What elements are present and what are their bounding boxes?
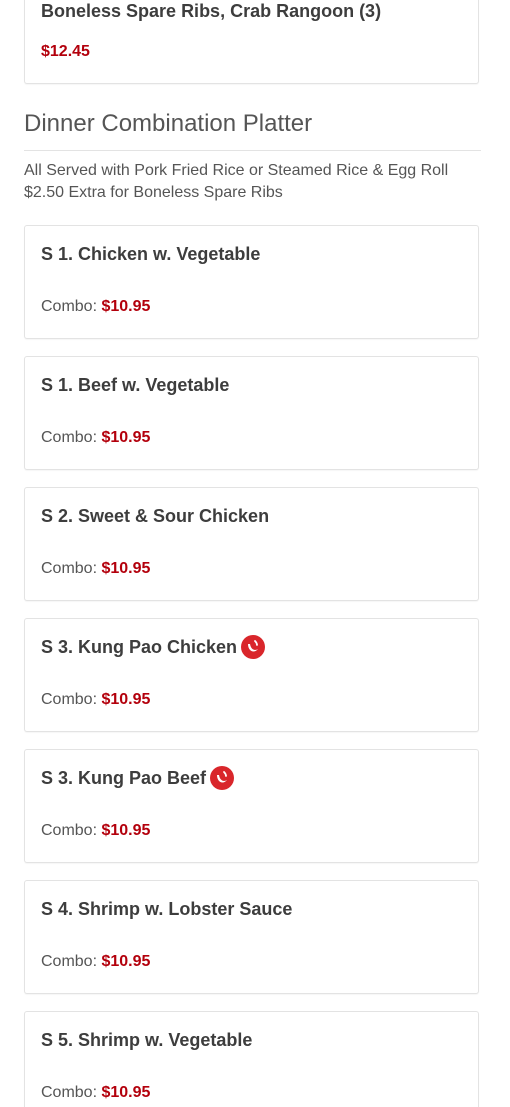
menu-item-name: S 4. Shrimp w. Lobster Sauce bbox=[41, 899, 293, 919]
price-label: Combo: bbox=[41, 298, 98, 315]
menu-item-name-row: S 2. Sweet & Sour Chicken bbox=[41, 506, 269, 527]
price-label: Combo: bbox=[41, 691, 98, 708]
menu-item-name-row: S 4. Shrimp w. Lobster Sauce bbox=[41, 899, 292, 920]
chili-pepper-icon bbox=[241, 635, 266, 659]
menu-item-price-line: Combo: $10.95 bbox=[41, 429, 150, 447]
menu-item-price-line: $12.45 bbox=[41, 43, 90, 61]
menu-item-price-line: Combo: $10.95 bbox=[41, 560, 150, 578]
menu-item-card[interactable]: Boneless Spare Ribs, Crab Rangoon (3) $1… bbox=[24, 0, 479, 84]
menu-item-name: S 3. Kung Pao Beef bbox=[41, 767, 207, 788]
menu-item-card[interactable]: S 5. Shrimp w. Vegetable Combo: $10.95 bbox=[24, 1011, 479, 1107]
menu-item-card[interactable]: S 1. Beef w. Vegetable Combo: $10.95 bbox=[24, 356, 479, 470]
section-title: Dinner Combination Platter bbox=[24, 110, 313, 137]
menu-item-name: S 1. Beef w. Vegetable bbox=[41, 375, 230, 395]
menu-item-name: S 2. Sweet & Sour Chicken bbox=[41, 506, 270, 526]
price-label: Combo: bbox=[41, 1084, 98, 1101]
menu-item-price: $12.45 bbox=[41, 43, 90, 60]
menu-item-name-row: S 1. Chicken w. Vegetable bbox=[41, 244, 260, 265]
menu-item-name-row: S 5. Shrimp w. Vegetable bbox=[41, 1030, 252, 1051]
menu-item-card[interactable]: S 2. Sweet & Sour Chicken Combo: $10.95 bbox=[24, 487, 479, 601]
menu-item-price-line: Combo: $10.95 bbox=[41, 298, 150, 316]
menu-item-name-row: S 1. Beef w. Vegetable bbox=[41, 375, 229, 396]
price-label: Combo: bbox=[41, 953, 98, 970]
menu-item-price: $10.95 bbox=[101, 822, 151, 839]
section-divider bbox=[24, 150, 481, 151]
menu-item-price-line: Combo: $10.95 bbox=[41, 691, 150, 709]
menu-item-name: S 1. Chicken w. Vegetable bbox=[41, 244, 261, 264]
menu-item-name: S 3. Kung Pao Chicken bbox=[41, 636, 238, 657]
menu-item-price: $10.95 bbox=[101, 560, 151, 577]
menu-item-name: S 5. Shrimp w. Vegetable bbox=[41, 1030, 253, 1050]
menu-item-price-line: Combo: $10.95 bbox=[41, 1084, 150, 1102]
menu-item-price-line: Combo: $10.95 bbox=[41, 822, 150, 840]
menu-item-price: $10.95 bbox=[101, 298, 151, 315]
menu-item-card[interactable]: S 3. Kung Pao Chicken Combo: $10.95 bbox=[24, 618, 479, 732]
menu-item-price: $10.95 bbox=[101, 429, 151, 446]
section-description: All Served with Pork Fried Rice or Steam… bbox=[24, 160, 484, 204]
menu-page: Boneless Spare Ribs, Crab Rangoon (3) $1… bbox=[0, 0, 510, 1107]
price-label: Combo: bbox=[41, 560, 98, 577]
section-description-line: All Served with Pork Fried Rice or Steam… bbox=[24, 162, 449, 179]
menu-item-card[interactable]: S 3. Kung Pao Beef Combo: $10.95 bbox=[24, 749, 479, 863]
price-label: Combo: bbox=[41, 822, 98, 839]
menu-item-price-line: Combo: $10.95 bbox=[41, 953, 150, 971]
menu-item-name-row: S 3. Kung Pao Chicken bbox=[41, 635, 266, 659]
menu-item-card[interactable]: S 4. Shrimp w. Lobster Sauce Combo: $10.… bbox=[24, 880, 479, 994]
menu-item-name: Boneless Spare Ribs, Crab Rangoon (3) bbox=[41, 1, 382, 21]
chili-pepper-icon bbox=[210, 766, 235, 790]
menu-item-price: $10.95 bbox=[101, 691, 151, 708]
menu-item-price: $10.95 bbox=[101, 1084, 151, 1101]
section-description-line: $2.50 Extra for Boneless Spare Ribs bbox=[24, 184, 283, 201]
menu-item-price: $10.95 bbox=[101, 953, 151, 970]
price-label: Combo: bbox=[41, 429, 98, 446]
menu-item-card[interactable]: S 1. Chicken w. Vegetable Combo: $10.95 bbox=[24, 225, 479, 339]
menu-item-name-row: S 3. Kung Pao Beef bbox=[41, 766, 235, 790]
